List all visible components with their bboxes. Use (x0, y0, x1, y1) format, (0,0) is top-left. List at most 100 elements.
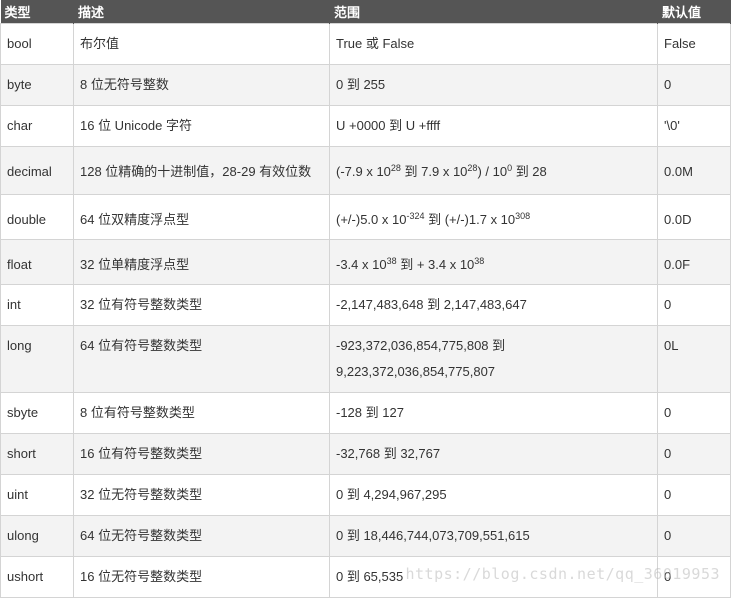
type-cell: short (0, 433, 74, 475)
type-cell: char (0, 105, 74, 147)
range-cell: 0 到 18,446,744,073,709,551,615 (329, 515, 658, 557)
range-line: 9,223,372,036,854,775,807 (336, 364, 496, 379)
default-cell: 0 (657, 556, 731, 598)
range-exponent: 28 (390, 163, 401, 173)
type-range: (-7.9 x 1028 到 7.9 x 1028) / 100 到 28 (336, 148, 657, 186)
default-cell: 0 (657, 392, 731, 434)
type-default-value: 0 (664, 528, 672, 543)
default-cell: 0.0F (657, 239, 731, 285)
range-line: -923,372,036,854,775,808 到 (336, 338, 506, 353)
default-cell: 0.0M (657, 146, 731, 195)
type-default-value: '\0' (664, 118, 680, 133)
type-description: 布尔值 (80, 36, 120, 51)
default-cell: 0L (657, 325, 731, 393)
range-cell: -32,768 到 32,767 (329, 433, 658, 475)
default-cell: 0.0D (657, 194, 731, 240)
range-text: (+/-)5.0 x 10 (336, 212, 407, 227)
type-range: -923,372,036,854,775,808 到 9,223,372,036,… (336, 327, 657, 386)
range-cell: 0 到 4,294,967,295 (329, 474, 658, 516)
range-cell: -128 到 127 (329, 392, 658, 434)
header-description: 描述 (73, 0, 330, 24)
table-row: ushort 16 位无符号整数类型 0 到 65,535 0 (0, 556, 731, 598)
type-cell: long (0, 325, 74, 393)
type-cell: ulong (0, 515, 74, 557)
table-row: uint 32 位无符号整数类型 0 到 4,294,967,295 0 (0, 474, 731, 516)
type-description: 8 位有符号整数类型 (80, 405, 195, 420)
type-range: 0 到 18,446,744,073,709,551,615 (336, 528, 530, 543)
table-row: ulong 64 位无符号整数类型 0 到 18,446,744,073,709,5… (0, 515, 731, 557)
description-cell: 8 位有符号整数类型 (73, 392, 330, 434)
range-exponent: 38 (386, 256, 397, 266)
type-cell: byte (0, 64, 74, 106)
range-text: (-7.9 x 10 (336, 164, 391, 179)
default-cell: 0 (657, 433, 731, 475)
type-default-value: 0 (664, 446, 672, 461)
description-cell: 32 位单精度浮点型 (73, 239, 330, 285)
type-description: 64 位无符号整数类型 (80, 528, 203, 543)
header-type: 类型 (0, 0, 74, 24)
range-text: 到 7.9 x 10 (400, 164, 468, 179)
default-cell: False (657, 23, 731, 65)
type-range: -128 到 127 (336, 405, 404, 420)
default-cell: 0 (657, 515, 731, 557)
header-range: 范围 (329, 0, 658, 24)
type-name: bool (7, 36, 32, 51)
type-default-value: 0.0F (664, 257, 691, 272)
default-cell: 0 (657, 64, 731, 106)
description-cell: 32 位有符号整数类型 (73, 284, 330, 326)
range-cell: (+/-)5.0 x 10-324 到 (+/-)1.7 x 10308 (329, 194, 658, 240)
data-types-table: 类型 描述 范围 默认值 bool 布尔值 True 或 False False byt… (0, 0, 731, 598)
type-name: uint (7, 487, 28, 502)
type-name: sbyte (7, 405, 39, 420)
table-body: bool 布尔值 True 或 False False byte 8 位无符号整数 0 到 … (0, 23, 731, 598)
description-cell: 8 位无符号整数 (73, 64, 330, 106)
type-name: decimal (7, 164, 52, 179)
description-cell: 64 位无符号整数类型 (73, 515, 330, 557)
type-description: 32 位无符号整数类型 (80, 487, 203, 502)
type-description: 8 位无符号整数 (80, 77, 169, 92)
type-name: short (7, 446, 36, 461)
type-cell: bool (0, 23, 74, 65)
range-cell: -923,372,036,854,775,808 到 9,223,372,036,… (329, 325, 658, 393)
type-description: 64 位双精度浮点型 (80, 212, 190, 227)
description-cell: 32 位无符号整数类型 (73, 474, 330, 516)
type-cell: uint (0, 474, 74, 516)
type-description: 32 位有符号整数类型 (80, 297, 203, 312)
type-default-value: 0 (664, 487, 672, 502)
type-range: True 或 False (336, 36, 415, 51)
type-range: (+/-)5.0 x 10-324 到 (+/-)1.7 x 10308 (336, 196, 657, 234)
description-cell: 64 位有符号整数类型 (73, 325, 330, 393)
type-name: int (7, 297, 21, 312)
type-description: 128 位精确的十进制值，28-29 有效位数 (80, 164, 312, 179)
table-row: char 16 位 Unicode 字符 U +0000 到 U +ffff '\0' (0, 105, 731, 147)
type-description: 16 位有符号整数类型 (80, 446, 203, 461)
range-text: ) / 10 (477, 164, 508, 179)
header-row: 类型 描述 范围 默认值 (0, 0, 731, 24)
range-cell: (-7.9 x 1028 到 7.9 x 1028) / 100 到 28 (329, 146, 658, 195)
table-row: decimal 128 位精确的十进制值，28-29 有效位数 (-7.9 x 10… (0, 146, 731, 195)
range-exponent: -324 (406, 211, 425, 221)
default-cell: '\0' (657, 105, 731, 147)
type-default-value: 0 (664, 569, 672, 584)
type-cell: decimal (0, 146, 74, 195)
range-exponent: 38 (474, 256, 485, 266)
range-cell: 0 到 255 (329, 64, 658, 106)
type-default-value: 0 (664, 297, 672, 312)
type-name: float (7, 257, 32, 272)
range-cell: -2,147,483,648 到 2,147,483,647 (329, 284, 658, 326)
type-name: ushort (7, 569, 44, 584)
range-text: -3.4 x 10 (336, 257, 387, 272)
table-row: bool 布尔值 True 或 False False (0, 23, 731, 65)
range-text: 到 + 3.4 x 10 (396, 257, 475, 272)
type-name: double (7, 212, 47, 227)
range-text: 到 28 (512, 164, 547, 179)
type-range: 0 到 4,294,967,295 (336, 487, 447, 502)
type-default-value: 0.0M (664, 164, 693, 179)
table-row: short 16 位有符号整数类型 -32,768 到 32,767 0 (0, 433, 731, 475)
table-row: sbyte 8 位有符号整数类型 -128 到 127 0 (0, 392, 731, 434)
type-default-value: 0.0D (664, 212, 692, 227)
description-cell: 16 位无符号整数类型 (73, 556, 330, 598)
type-range: -3.4 x 1038 到 + 3.4 x 1038 (336, 241, 657, 279)
type-name: char (7, 118, 33, 133)
description-cell: 128 位精确的十进制值，28-29 有效位数 (73, 146, 330, 195)
